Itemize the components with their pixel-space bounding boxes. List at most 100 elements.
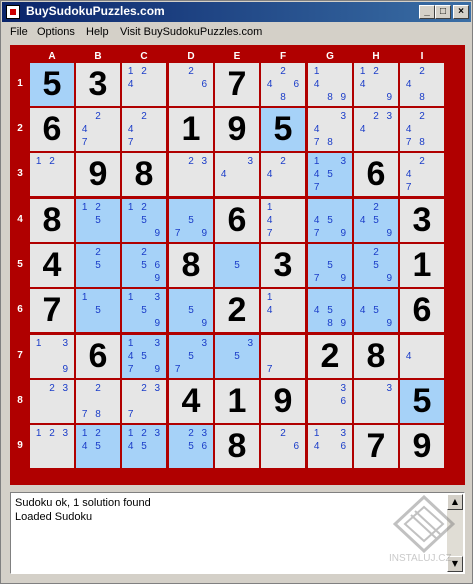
sudoku-cell[interactable]: 123 45 (122, 425, 166, 468)
sudoku-cell[interactable]: 1 (215, 380, 259, 423)
sudoku-cell[interactable]: 1 (169, 108, 213, 151)
sudoku-cell[interactable]: 57 9 (169, 199, 213, 242)
sudoku-cell[interactable]: 24 (261, 153, 305, 196)
sudoku-cell[interactable]: 14 (261, 289, 305, 332)
sudoku-cell[interactable]: 1 4 7 (261, 199, 305, 242)
sudoku-cell[interactable]: 23 (30, 380, 74, 423)
sudoku-cell[interactable]: 6 (215, 199, 259, 242)
sudoku-cell[interactable]: 3 (354, 380, 398, 423)
sudoku-cell[interactable]: 24 7 (400, 153, 444, 196)
sudoku-cell[interactable]: 9 (400, 425, 444, 468)
sudoku-cell[interactable]: 2 (215, 289, 259, 332)
sudoku-cell[interactable]: 12 (30, 153, 74, 196)
sudoku-cell[interactable]: 5 (400, 380, 444, 423)
sudoku-cell[interactable]: 2459 (354, 199, 398, 242)
maximize-button[interactable]: □ (435, 5, 451, 19)
candidate-digit (105, 123, 118, 136)
sudoku-cell[interactable]: 8 (215, 425, 259, 468)
sudoku-cell[interactable]: 5 (215, 244, 259, 287)
sudoku-cell[interactable]: 9 (215, 108, 259, 151)
sudoku-cell[interactable]: 15 (76, 289, 120, 332)
sudoku-cell[interactable]: 1 489 (308, 63, 352, 106)
candidate-digit: 3 (247, 338, 254, 349)
app-icon[interactable] (6, 5, 20, 19)
sudoku-cell[interactable]: 5 (261, 108, 305, 151)
sudoku-cell[interactable]: 26 (169, 63, 213, 106)
sudoku-cell[interactable]: 23 4 (354, 108, 398, 151)
sudoku-cell[interactable]: 3 (76, 63, 120, 106)
sudoku-cell[interactable]: 2 56 9 (122, 244, 166, 287)
sudoku-cell[interactable]: 24 7 (122, 108, 166, 151)
sudoku-cell[interactable]: 4 (400, 335, 444, 378)
title-bar[interactable]: BuySudokuPuzzles.com _ □ × (2, 2, 471, 22)
sudoku-cell[interactable]: 7 (261, 335, 305, 378)
menu-file[interactable]: File (10, 26, 28, 38)
sudoku-cell[interactable]: 9 (76, 153, 120, 196)
sudoku-cell[interactable]: 12 5 (76, 199, 120, 242)
menu-visit-site[interactable]: Visit BuySudokuPuzzles.com (120, 26, 262, 38)
sudoku-cell[interactable]: 1245 (76, 425, 120, 468)
sudoku-cell[interactable]: 5 (30, 63, 74, 106)
sudoku-cell[interactable]: 23 (169, 153, 213, 196)
sudoku-cell[interactable]: 123 (30, 425, 74, 468)
menu-help[interactable]: Help (86, 26, 109, 38)
row-label: 4 (17, 214, 23, 225)
sudoku-cell[interactable]: 3 (261, 244, 305, 287)
sudoku-cell[interactable]: 124 9 (354, 63, 398, 106)
candidate-digit (198, 214, 211, 227)
sudoku-cell[interactable]: 25 (76, 244, 120, 287)
candidate-digit (137, 363, 150, 376)
menu-options[interactable]: Options (37, 26, 75, 38)
sudoku-cell[interactable]: 7 (30, 289, 74, 332)
sudoku-cell[interactable]: 8 (169, 244, 213, 287)
sudoku-cell[interactable]: 57 9 (308, 244, 352, 287)
sudoku-cell[interactable]: 8 (354, 335, 398, 378)
sudoku-cell[interactable]: 2356 (169, 425, 213, 468)
candidate-digit (323, 408, 336, 421)
minimize-button[interactable]: _ (419, 5, 435, 19)
sudoku-cell[interactable]: 6 (30, 108, 74, 151)
sudoku-cell[interactable]: 9 (261, 380, 305, 423)
sudoku-cell[interactable]: 1 3 457 9 (122, 335, 166, 378)
sudoku-cell[interactable]: 2 (308, 335, 352, 378)
sudoku-cell[interactable]: 36 (308, 380, 352, 423)
sudoku-cell[interactable]: 457 9 (308, 199, 352, 242)
sudoku-cell[interactable]: 6 (400, 289, 444, 332)
sudoku-cell[interactable]: 1 (400, 244, 444, 287)
sudoku-cell[interactable]: 23 7 (122, 380, 166, 423)
sudoku-cell[interactable]: 248 (400, 63, 444, 106)
candidate-digit: 7 (313, 273, 320, 284)
sudoku-cell[interactable]: 8 (122, 153, 166, 196)
sudoku-cell[interactable]: 4 (30, 244, 74, 287)
sudoku-cell[interactable]: 35 (215, 335, 259, 378)
sudoku-cell[interactable]: 2 78 (76, 380, 120, 423)
sudoku-cell[interactable]: 45 89 (308, 289, 352, 332)
sudoku-cell[interactable]: 3 4 78 (308, 108, 352, 151)
sudoku-cell[interactable]: 34 (215, 153, 259, 196)
sudoku-cell[interactable]: 26 (261, 425, 305, 468)
sudoku-cell[interactable]: 6 (354, 153, 398, 196)
sudoku-cell[interactable]: 7 (215, 63, 259, 106)
candidate-digit (78, 395, 91, 408)
sudoku-cell[interactable]: 7 (354, 425, 398, 468)
sudoku-cell[interactable]: 459 (354, 289, 398, 332)
sudoku-cell[interactable]: 12 59 (122, 199, 166, 242)
sudoku-cell[interactable]: 4 (169, 380, 213, 423)
sudoku-cell[interactable]: 24 7 (76, 108, 120, 151)
sudoku-cell[interactable]: 6 (76, 335, 120, 378)
sudoku-cell[interactable]: 124 (122, 63, 166, 106)
sudoku-cell[interactable]: 59 (169, 289, 213, 332)
sudoku-cell[interactable]: 1 3 4 6 (308, 425, 352, 468)
sudoku-cell[interactable]: 24 68 (261, 63, 305, 106)
sudoku-cell[interactable]: 357 (169, 335, 213, 378)
sudoku-cell[interactable]: 1 3 9 (30, 335, 74, 378)
sudoku-cell[interactable]: 1 359 (122, 289, 166, 332)
cell-value: 8 (227, 427, 247, 465)
close-button[interactable]: × (453, 5, 469, 19)
sudoku-cell[interactable]: 1 3 457 (308, 153, 352, 196)
sudoku-cell[interactable]: 24 78 (400, 108, 444, 151)
candidate-digit (124, 453, 137, 466)
sudoku-cell[interactable]: 3 (400, 199, 444, 242)
sudoku-cell[interactable]: 8 (30, 199, 74, 242)
sudoku-cell[interactable]: 2 59 (354, 244, 398, 287)
